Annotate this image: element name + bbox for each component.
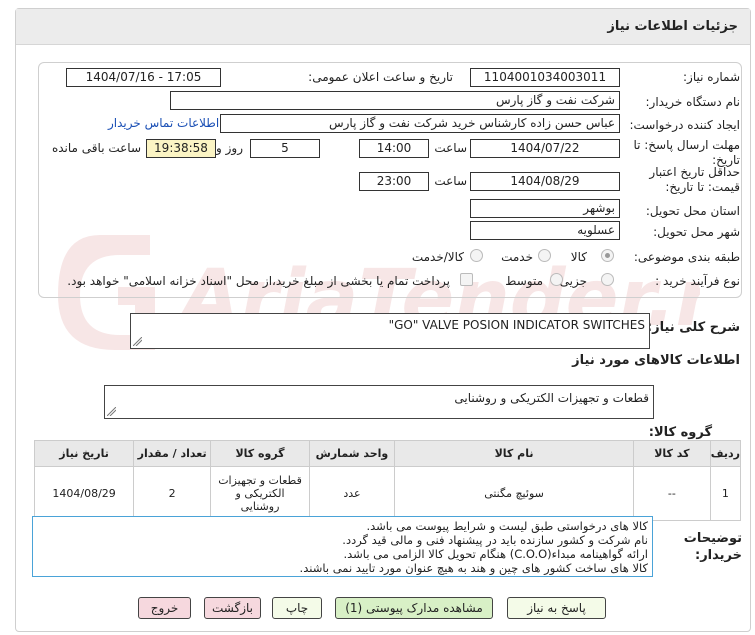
buyer-notes-box: کالا های درخواستی طبق لیست و شرایط پیوست… xyxy=(32,516,653,577)
buyer-note-line: نام شرکت و کشور سازنده باید در پیشنهاد ف… xyxy=(342,533,648,547)
cell-code: -- xyxy=(633,466,711,521)
general-desc-field: "GO" VALVE POSION INDICATOR SWITCHES xyxy=(130,313,650,349)
reply-button[interactable]: پاسخ به نیاز xyxy=(507,597,606,619)
need-number-field: 1104001034003011 xyxy=(470,68,620,87)
resize-handle-icon[interactable] xyxy=(133,337,142,346)
goods-group-field: قطعات و تجهیزات الکتریکی و روشنایی xyxy=(104,385,654,419)
validity-label: حداقل تاریخ اعتبار قیمت: تا تاریخ: xyxy=(649,165,740,194)
cell-name: سوئیچ مگنتی xyxy=(393,466,635,521)
remaining-time-field: 19:38:58 xyxy=(146,139,216,158)
page-header: جزئیات اطلاعات نیاز xyxy=(16,9,750,45)
table-header-row: تاریخ نیاز تعداد / مقدار گروه کالا واحد … xyxy=(33,440,742,467)
page-title: جزئیات اطلاعات نیاز xyxy=(607,19,738,34)
remaining-label: ساعت باقی مانده xyxy=(51,141,141,155)
col-code: کد کالا xyxy=(633,440,711,467)
col-quantity: تعداد / مقدار xyxy=(133,440,212,467)
back-button[interactable]: بازگشت xyxy=(204,597,261,619)
cell-row: 1 xyxy=(709,466,742,521)
deadline-date-field: 1404/07/22 xyxy=(470,139,620,158)
general-desc-label: شرح کلی نیاز: xyxy=(646,320,740,335)
print-button[interactable]: چاپ xyxy=(272,597,322,619)
buyer-org-label: نام دستگاه خریدار: xyxy=(645,95,741,109)
attachments-button[interactable]: مشاهده مدارک پیوستی (1) xyxy=(335,597,493,619)
buyer-note-line: کالا های درخواستی طبق لیست و شرایط پیوست… xyxy=(366,519,648,533)
city-field: عسلویه xyxy=(470,221,620,240)
deadline-label: مهلت ارسال پاسخ: تا تاریخ: xyxy=(633,138,740,167)
creator-field: عباس حسن زاده کارشناس خرید شرکت نفت و گا… xyxy=(220,114,620,133)
col-row: ردیف xyxy=(709,440,742,467)
purchase-type-label: نوع فرآیند خرید : xyxy=(655,274,740,288)
cell-date: 1404/08/29 xyxy=(33,466,135,521)
buyer-note-line: ارائه گواهینامه مبداء(C.O.O) هنگام تحویل… xyxy=(343,547,648,561)
need-number-label: شماره نیاز: xyxy=(683,70,740,84)
category-label: طبقه بندی موضوعی: xyxy=(633,250,740,264)
validity-date-field: 1404/08/29 xyxy=(470,172,620,191)
deadline-time-field: 14:00 xyxy=(359,139,429,158)
validity-time-label: ساعت xyxy=(434,174,467,188)
category-radio-goods-service[interactable] xyxy=(470,249,483,262)
col-unit: واحد شمارش xyxy=(308,440,395,467)
city-label: شهر محل تحویل: xyxy=(653,225,740,239)
days-field: 5 xyxy=(250,139,320,158)
buyer-note-line: کالا های ساخت کشور های چین و هند به هیچ … xyxy=(299,561,648,575)
category-option-goods: کالا xyxy=(570,250,587,264)
cell-group: قطعات و تجهیزات الکتریکی و روشنایی xyxy=(210,466,310,521)
table-row[interactable]: 1404/08/29 2 قطعات و تجهیزات الکتریکی و … xyxy=(33,466,742,521)
treasury-note: پرداخت تمام یا بخشی از مبلغ خرید،از محل … xyxy=(67,274,450,288)
items-table: تاریخ نیاز تعداد / مقدار گروه کالا واحد … xyxy=(33,440,742,521)
goods-group-text: قطعات و تجهیزات الکتریکی و روشنایی xyxy=(454,391,649,405)
days-label: روز و xyxy=(216,141,243,155)
resize-handle-icon[interactable] xyxy=(107,407,116,416)
buyer-notes-label: توضیحات خریدار: xyxy=(683,531,742,563)
general-desc-text: "GO" VALVE POSION INDICATOR SWITCHES xyxy=(388,318,645,332)
col-name: نام کالا xyxy=(393,440,635,467)
category-radio-service[interactable] xyxy=(538,249,551,262)
creator-label: ایجاد کننده درخواست: xyxy=(629,118,740,132)
announce-label: تاریخ و ساعت اعلان عمومی: xyxy=(308,70,453,84)
purchase-option-medium: متوسط xyxy=(505,274,543,288)
items-section-title: اطلاعات کالاهای مورد نیاز xyxy=(572,353,740,368)
buyer-org-field: شرکت نفت و گاز پارس xyxy=(170,91,620,110)
announce-field: 1404/07/16 - 17:05 xyxy=(66,68,221,87)
province-field: بوشهر xyxy=(470,199,620,218)
category-radio-goods[interactable] xyxy=(601,249,614,262)
purchase-option-minor: جزیی xyxy=(559,274,587,288)
cell-quantity: 2 xyxy=(133,466,212,521)
category-option-service: خدمت xyxy=(501,250,533,264)
purchase-radio-medium[interactable] xyxy=(550,273,563,286)
goods-group-label: گروه کالا: xyxy=(648,425,712,440)
exit-button[interactable]: خروج xyxy=(138,597,191,619)
cell-unit: عدد xyxy=(308,466,395,521)
validity-time-field: 23:00 xyxy=(359,172,429,191)
col-date: تاریخ نیاز xyxy=(33,440,135,467)
purchase-radio-minor[interactable] xyxy=(601,273,614,286)
col-group: گروه کالا xyxy=(210,440,310,467)
treasury-checkbox[interactable] xyxy=(460,273,473,286)
deadline-time-label: ساعت xyxy=(434,141,467,155)
buyer-contact-link[interactable]: اطلاعات تماس خریدار xyxy=(108,116,219,130)
category-option-goods-service: کالا/خدمت xyxy=(411,250,464,264)
province-label: استان محل تحویل: xyxy=(645,204,740,218)
